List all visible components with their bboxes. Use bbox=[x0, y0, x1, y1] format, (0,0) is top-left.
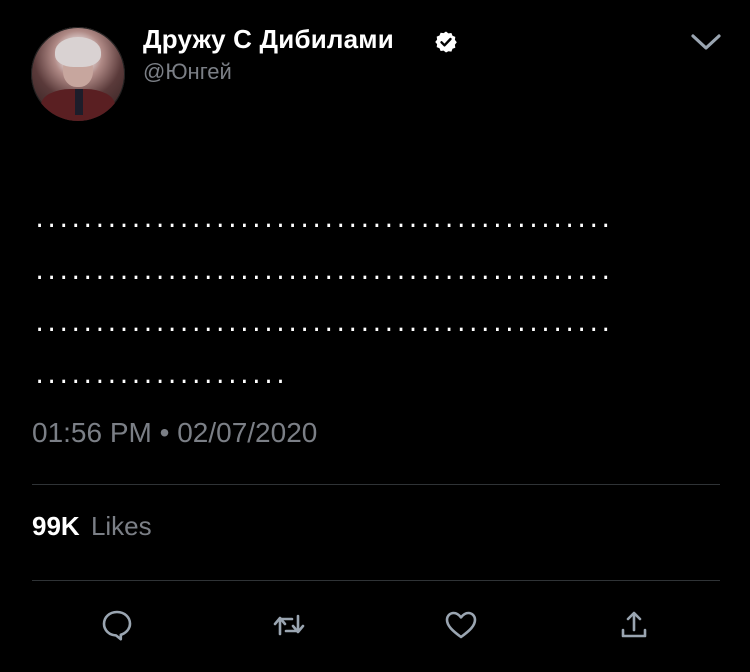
tweet-timestamp[interactable]: 01:56 PM • 02/07/2020 bbox=[32, 417, 317, 449]
share-icon bbox=[621, 611, 647, 638]
retweet-icon bbox=[273, 614, 305, 636]
reply-button[interactable] bbox=[99, 607, 135, 643]
user-handle[interactable]: @Юнгей bbox=[143, 59, 232, 85]
avatar-tie bbox=[75, 89, 83, 115]
verified-badge-icon bbox=[435, 31, 457, 53]
share-button[interactable] bbox=[616, 607, 652, 643]
likes-label: Likes bbox=[90, 511, 152, 541]
divider bbox=[32, 580, 720, 581]
retweet-button[interactable] bbox=[271, 607, 307, 643]
likes-stat[interactable]: 99K Likes bbox=[32, 511, 152, 542]
avatar-hair bbox=[55, 37, 101, 67]
likes-count: 99K bbox=[32, 511, 80, 541]
tweet-text: ........................................… bbox=[33, 208, 612, 389]
divider bbox=[32, 484, 720, 485]
display-name[interactable]: Дружу С Дибилами bbox=[143, 24, 394, 55]
like-button[interactable] bbox=[443, 607, 479, 643]
avatar[interactable] bbox=[31, 27, 125, 121]
heart-icon bbox=[445, 611, 477, 639]
reply-icon bbox=[102, 610, 132, 641]
chevron-down-icon[interactable] bbox=[690, 32, 722, 52]
